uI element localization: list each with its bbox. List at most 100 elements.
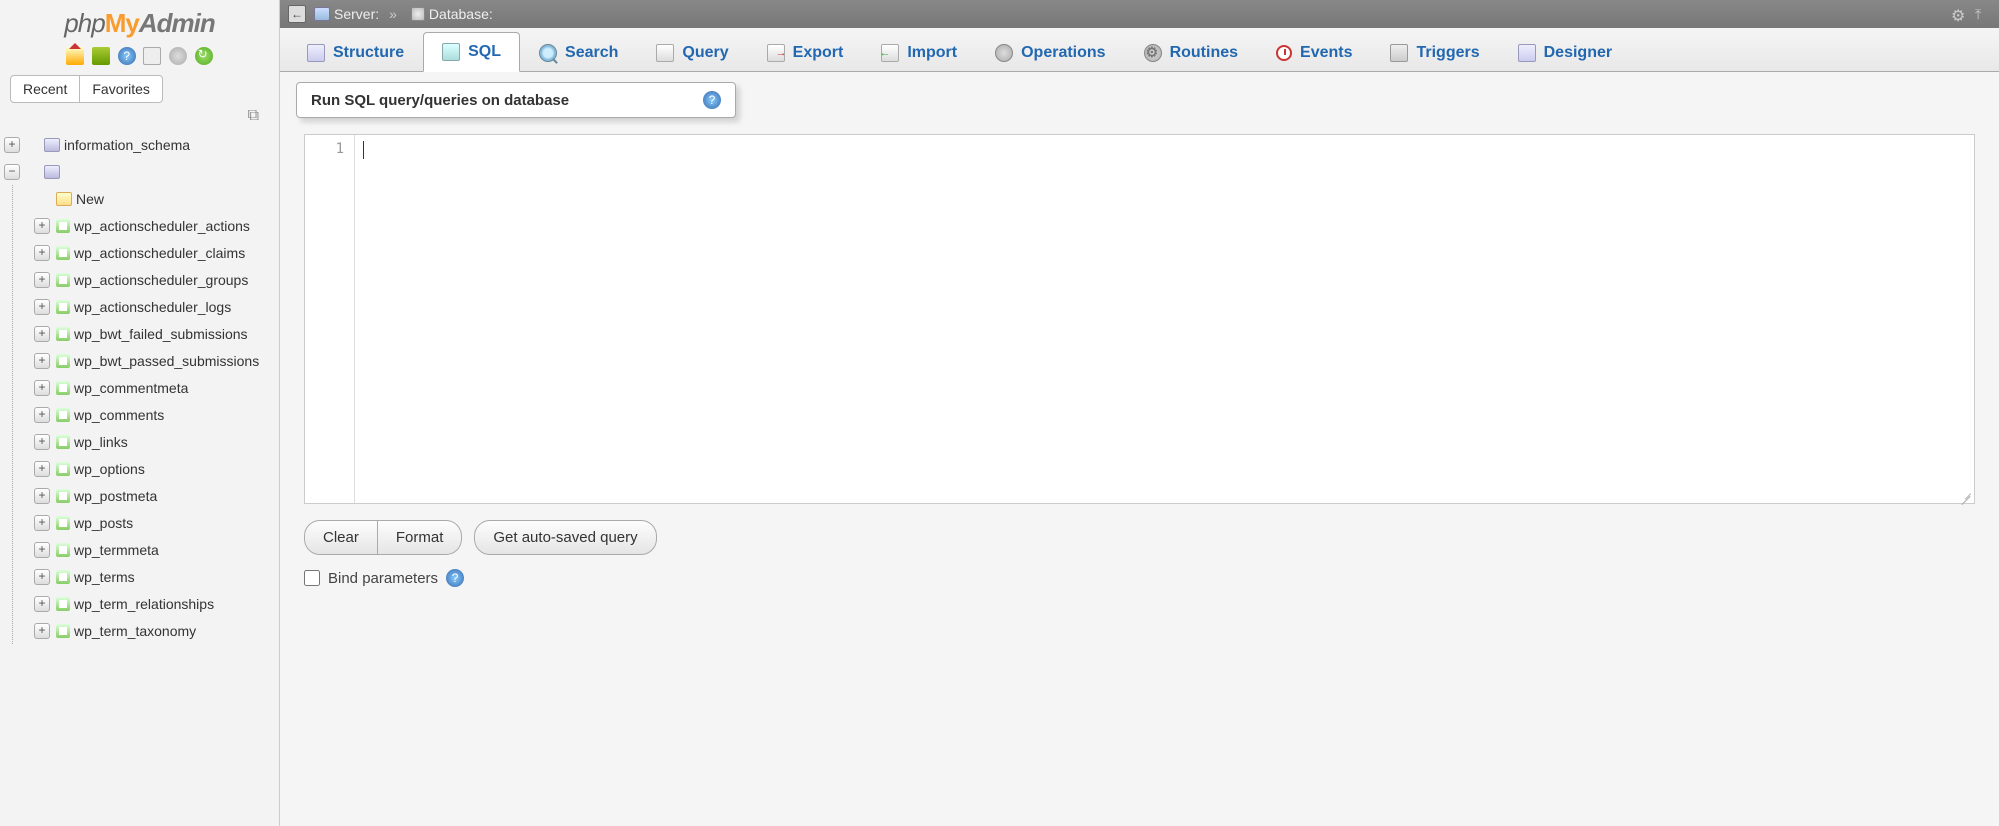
structure-icon [307,44,325,62]
expand-icon[interactable]: + [34,461,50,477]
tree-table-row[interactable]: + wp_term_relationships [4,590,275,617]
tree-table-row[interactable]: + wp_terms [4,563,275,590]
tree-table-row[interactable]: + wp_term_taxonomy [4,617,275,644]
breadcrumb-server-label[interactable]: Server: [334,6,379,22]
tree-db-information-schema[interactable]: + information_schema [4,131,275,158]
table-label[interactable]: wp_options [74,461,145,477]
tree-new-table[interactable]: New [4,185,275,212]
sql-editor[interactable]: 1 [304,134,1975,504]
table-icon [56,300,70,314]
resize-handle-icon[interactable] [1960,489,1972,501]
favorites-button[interactable]: Favorites [80,75,163,103]
table-label[interactable]: wp_comments [74,407,164,423]
tab-designer[interactable]: Designer [1499,32,1631,72]
tab-structure[interactable]: Structure [288,32,423,72]
expand-icon[interactable]: + [34,245,50,261]
tab-import[interactable]: Import [862,32,976,72]
logo[interactable]: phpMyAdmin [0,0,279,43]
expand-icon[interactable]: + [34,569,50,585]
tree-table-row[interactable]: + wp_links [4,428,275,455]
help-icon[interactable] [703,91,721,109]
tree-table-row[interactable]: + wp_comments [4,401,275,428]
tree-table-row[interactable]: + wp_bwt_failed_submissions [4,320,275,347]
tab-events[interactable]: Events [1257,32,1371,72]
tree-table-row[interactable]: + wp_actionscheduler_claims [4,239,275,266]
home-icon[interactable] [66,47,84,65]
search-icon [539,44,557,62]
tree-table-row[interactable]: + wp_posts [4,509,275,536]
tree-db-current[interactable]: − [4,158,275,185]
nav-settings-icon[interactable] [169,47,187,65]
tab-triggers[interactable]: Triggers [1371,32,1498,72]
tree-table-row[interactable]: + wp_actionscheduler_groups [4,266,275,293]
tree-table-row[interactable]: + wp_bwt_passed_submissions [4,347,275,374]
help-icon[interactable] [446,569,464,587]
expand-icon[interactable]: + [34,326,50,342]
expand-icon[interactable]: + [34,542,50,558]
expand-icon[interactable]: + [4,137,20,153]
back-icon[interactable]: ← [288,5,306,23]
tab-query[interactable]: Query [637,32,747,72]
table-label[interactable]: wp_actionscheduler_logs [74,299,231,315]
tree-table-row[interactable]: + wp_commentmeta [4,374,275,401]
expand-icon[interactable]: + [34,299,50,315]
expand-icon[interactable]: + [34,623,50,639]
tab-routines[interactable]: Routines [1125,32,1257,72]
tree-tables: New + wp_actionscheduler_actions + wp_actio… [4,185,275,644]
editor-textarea[interactable] [355,135,1974,503]
db-label[interactable]: information_schema [64,137,190,153]
tree-table-row[interactable]: + wp_options [4,455,275,482]
tree-table-row[interactable]: + wp_termmeta [4,536,275,563]
table-label[interactable]: wp_term_taxonomy [74,623,196,639]
expand-icon[interactable]: + [34,488,50,504]
expand-icon[interactable]: + [34,218,50,234]
table-label[interactable]: wp_terms [74,569,135,585]
collapse-link-icon[interactable]: ⧉ [248,107,259,124]
clear-button[interactable]: Clear [304,520,378,555]
expand-icon[interactable]: + [34,596,50,612]
logout-icon[interactable] [92,47,110,65]
tab-label: Operations [1021,44,1105,62]
table-label[interactable]: wp_links [74,434,128,450]
expand-icon[interactable]: + [34,380,50,396]
export-icon [767,44,785,62]
expand-icon[interactable]: + [34,353,50,369]
tree-table-row[interactable]: + wp_actionscheduler_logs [4,293,275,320]
table-label[interactable]: wp_actionscheduler_claims [74,245,245,261]
reload-icon[interactable] [195,47,213,65]
table-label[interactable]: wp_commentmeta [74,380,188,396]
collapse-top-icon[interactable]: ⤒ [1975,6,1991,22]
expand-icon[interactable]: + [34,407,50,423]
text-cursor [363,141,364,159]
table-label[interactable]: wp_bwt_passed_submissions [74,353,259,369]
new-label[interactable]: New [76,191,104,207]
format-button[interactable]: Format [378,520,463,555]
import-icon [881,44,899,62]
table-label[interactable]: wp_postmeta [74,488,157,504]
get-autosaved-button[interactable]: Get auto-saved query [474,520,656,555]
tab-operations[interactable]: Operations [976,32,1124,72]
tab-export[interactable]: Export [748,32,863,72]
recent-button[interactable]: Recent [10,75,80,103]
table-label[interactable]: wp_termmeta [74,542,159,558]
bind-parameters-label[interactable]: Bind parameters [328,570,438,587]
sql-query-window-icon[interactable] [143,47,161,65]
bind-parameters-checkbox[interactable] [304,570,320,586]
docs-icon[interactable] [118,47,136,65]
expand-icon[interactable]: + [34,434,50,450]
tab-label: Structure [333,44,404,62]
table-label[interactable]: wp_actionscheduler_groups [74,272,248,288]
tree-table-row[interactable]: + wp_actionscheduler_actions [4,212,275,239]
table-label[interactable]: wp_term_relationships [74,596,214,612]
tree-table-row[interactable]: + wp_postmeta [4,482,275,509]
page-settings-icon[interactable]: ⚙ [1951,6,1967,22]
tab-search[interactable]: Search [520,32,637,72]
expand-icon[interactable]: + [34,272,50,288]
tab-sql[interactable]: SQL [423,32,520,72]
expand-icon[interactable]: + [34,515,50,531]
table-label[interactable]: wp_actionscheduler_actions [74,218,250,234]
table-label[interactable]: wp_bwt_failed_submissions [74,326,248,342]
table-label[interactable]: wp_posts [74,515,133,531]
collapse-icon[interactable]: − [4,164,20,180]
breadcrumb-database-label[interactable]: Database: [429,6,493,22]
